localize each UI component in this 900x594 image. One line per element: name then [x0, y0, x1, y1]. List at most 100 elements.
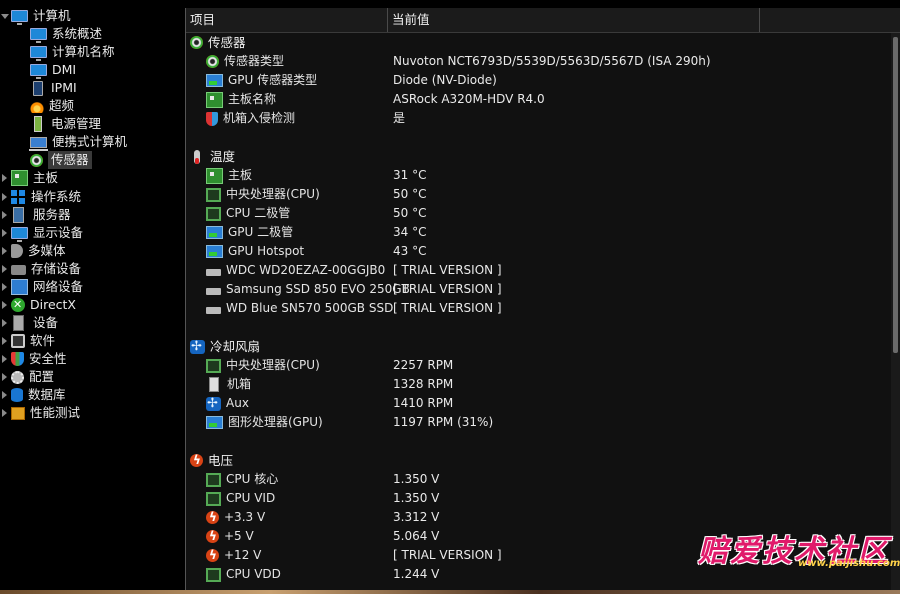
sensor-label: 机箱入侵检测	[223, 111, 296, 125]
tree-item[interactable]: 安全性	[11, 350, 67, 368]
tree-item[interactable]: 数据库	[11, 386, 66, 404]
expand-arrow-icon[interactable]	[2, 391, 7, 400]
expand-arrow-icon[interactable]	[2, 318, 7, 327]
tree-item-label: 性能测试	[30, 405, 81, 421]
tree-item[interactable]: DirectX	[11, 296, 76, 314]
chip-icon	[206, 358, 221, 373]
tree-item[interactable]: 性能测试	[11, 404, 80, 422]
sensor-label: 图形处理器(GPU)	[228, 415, 323, 429]
expand-arrow-icon[interactable]	[2, 264, 7, 273]
tree-item-label: 主板	[33, 170, 59, 186]
sensor-label: Samsung SSD 850 EVO 250GB	[226, 282, 410, 296]
thermometer-icon	[194, 149, 200, 164]
chip-icon	[206, 491, 221, 506]
tree-item[interactable]: 操作系统	[11, 188, 81, 206]
expand-arrow-icon[interactable]	[2, 336, 7, 345]
sensor-label: 机箱	[227, 377, 252, 391]
database-icon	[11, 388, 23, 403]
sensor-value: [ TRIAL VERSION ]	[393, 263, 502, 277]
sensor-label: WD Blue SN570 500GB SSD	[226, 301, 394, 315]
sensor-value: 5.064 V	[393, 529, 440, 543]
sensor-value: 1.350 V	[393, 472, 440, 486]
tree-item[interactable]: 传感器	[30, 151, 92, 170]
sensor-value: Nuvoton NCT6793D/5539D/5563D/5567D (ISA …	[393, 54, 711, 68]
tree-item-label: 数据库	[28, 387, 66, 403]
expand-arrow-icon[interactable]	[2, 282, 7, 291]
vertical-scrollbar[interactable]	[891, 33, 900, 590]
expand-arrow-icon[interactable]	[2, 409, 7, 418]
sensor-value: 3.312 V	[393, 510, 440, 524]
column-resize-handle[interactable]	[759, 8, 760, 32]
voltage-icon	[206, 546, 219, 565]
voltage-icon	[190, 451, 203, 470]
tree-item[interactable]: 服务器	[11, 206, 71, 224]
expand-arrow-icon[interactable]	[2, 354, 7, 363]
expand-arrow-icon[interactable]	[2, 210, 7, 219]
expand-arrow-icon[interactable]	[2, 228, 7, 237]
sensor-value: [ TRIAL VERSION ]	[393, 548, 502, 562]
tree-item[interactable]: 多媒体	[11, 242, 66, 260]
expand-arrow-icon[interactable]	[2, 373, 7, 381]
chip-icon	[206, 206, 221, 221]
benchmark-icon	[11, 406, 25, 420]
section-title: 传感器	[208, 35, 246, 50]
motherboard-icon	[206, 167, 223, 184]
tree-item[interactable]: 存储设备	[11, 260, 81, 278]
sensor-label: Aux	[226, 396, 249, 410]
display-icon	[11, 226, 28, 242]
tree-item[interactable]: 设备	[11, 314, 58, 332]
case-icon	[209, 377, 219, 392]
tree-item-label: 设备	[33, 314, 59, 330]
tree-item[interactable]: IPMI	[30, 79, 77, 97]
gpu-icon	[206, 226, 223, 239]
tree-item[interactable]: 主板	[11, 169, 58, 187]
xbox-icon	[11, 296, 25, 314]
sensor-label: +3.3 V	[224, 510, 266, 524]
collapse-arrow-icon[interactable]	[1, 14, 9, 19]
tree-item[interactable]: 计算机	[11, 7, 71, 25]
motherboard-icon	[206, 91, 223, 108]
sensor-label: 主板	[228, 168, 253, 182]
tree-item[interactable]: 软件	[11, 332, 55, 350]
tree-item[interactable]: 配置	[11, 368, 54, 386]
chip-icon	[206, 472, 221, 487]
sensor-label: +12 V	[224, 548, 262, 562]
tree-item[interactable]: 系统概述	[30, 25, 103, 44]
sensor-value: 2257 RPM	[393, 358, 454, 372]
section-title: 温度	[210, 149, 236, 164]
column-header-value[interactable]: 当前值	[388, 8, 430, 32]
tree-item-label: DMI	[52, 62, 77, 78]
tree-item[interactable]: 电源管理	[30, 115, 101, 133]
sensor-value: 1197 RPM (31%)	[393, 415, 494, 429]
tree-item[interactable]: 超频	[30, 97, 74, 115]
expand-arrow-icon[interactable]	[2, 174, 7, 183]
navigation-tree[interactable]: 计算机 系统概述 计算机名称 DMI IPMI 超频 电源管理 便携式计算机 传感器 主板操作系统…	[0, 0, 185, 590]
disk-icon	[206, 269, 221, 276]
sensor-icon	[190, 36, 203, 49]
sensor-icon	[30, 153, 43, 167]
sensor-value: [ TRIAL VERSION ]	[393, 282, 502, 296]
section-title: 冷却风扇	[210, 339, 261, 354]
security-icon	[11, 351, 24, 366]
column-header: 项目 当前值	[186, 8, 900, 33]
tree-item[interactable]: DMI	[30, 61, 77, 80]
expand-arrow-icon[interactable]	[2, 246, 7, 255]
tree-item-label: 系统概述	[52, 26, 103, 42]
sensor-value: Diode (NV-Diode)	[393, 73, 497, 87]
sensor-label: 中央处理器(CPU)	[226, 358, 320, 372]
scrollbar-thumb[interactable]	[893, 37, 898, 353]
tree-item-label: 网络设备	[33, 278, 84, 294]
tree-item-label: 存储设备	[31, 260, 82, 276]
sensor-value: 1.350 V	[393, 491, 440, 505]
column-header-item[interactable]: 项目	[186, 8, 215, 32]
tree-item[interactable]: 显示设备	[11, 224, 83, 242]
tree-item[interactable]: 便携式计算机	[29, 133, 127, 152]
voltage-icon	[206, 527, 219, 546]
sensor-value: [ TRIAL VERSION ]	[393, 301, 502, 315]
sensor-label: 中央处理器(CPU)	[226, 187, 320, 201]
tree-item[interactable]: 网络设备	[11, 278, 83, 296]
expand-arrow-icon[interactable]	[2, 300, 7, 309]
expand-arrow-icon[interactable]	[2, 192, 7, 201]
tree-item[interactable]: 计算机名称	[30, 43, 115, 62]
laptop-icon	[29, 137, 48, 152]
